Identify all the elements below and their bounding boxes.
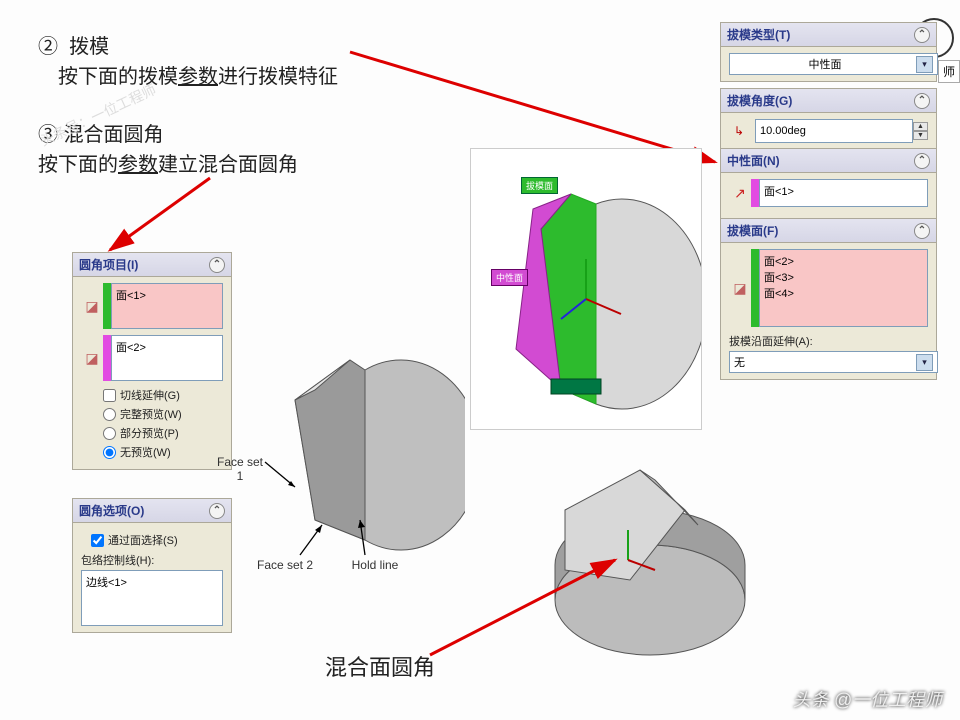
credit-text: 头条 @一位工程师 xyxy=(793,686,942,712)
collapse-icon[interactable]: ⌃ xyxy=(914,93,930,109)
fillet-annotation: 混合面圆角 xyxy=(325,650,435,682)
draft-type-panel: 拔模类型(T) ⌃ 中性面 ▾ xyxy=(720,22,937,82)
draft-faces-panel: 拔模面(F) ⌃ ◪ 面<2> 面<3> 面<4> 拔模沿面延伸(A): 无 ▾ xyxy=(720,218,937,380)
arrow-to-left-panel xyxy=(100,178,230,268)
collapse-icon[interactable]: ⌃ xyxy=(209,503,225,519)
color-swatch-green xyxy=(103,283,111,329)
fillet-options-header[interactable]: 圆角选项(O) ⌃ xyxy=(73,499,231,523)
collapse-icon[interactable]: ⌃ xyxy=(914,27,930,43)
draft-faces-selection[interactable]: 面<2> 面<3> 面<4> xyxy=(759,249,928,327)
faceset-icon: ◪ xyxy=(81,283,103,329)
draft-angle-panel: 拔模角度(G) ⌃ ↳ 10.00deg ▲▼ xyxy=(720,88,937,150)
draft-type-header[interactable]: 拔模类型(T) ⌃ xyxy=(721,23,936,47)
fillet-items-panel: 圆角项目(I) ⌃ ◪ 面<1> ◪ 面<2> 切线延伸(G) 完整预览(W) … xyxy=(72,252,232,470)
color-swatch-magenta xyxy=(751,179,759,207)
faceset1-label: Face set 1 xyxy=(215,455,265,483)
corner-badge: 师 xyxy=(938,60,960,83)
no-preview-radio[interactable]: 无预览(W) xyxy=(103,444,223,460)
faceset-icon: ◪ xyxy=(729,249,751,327)
draft-faces-header[interactable]: 拔模面(F) ⌃ xyxy=(721,219,936,243)
color-swatch-magenta xyxy=(103,335,111,381)
chevron-down-icon: ▾ xyxy=(916,56,933,73)
annotation-arrow xyxy=(430,555,630,665)
holdline-label: 包络控制线(H): xyxy=(81,552,223,568)
angle-spinner[interactable]: ▲▼ xyxy=(913,122,928,140)
chevron-down-icon: ▾ xyxy=(916,354,933,371)
face2-selection[interactable]: 面<2> xyxy=(111,335,223,381)
direction-icon[interactable]: ↗ xyxy=(729,179,751,207)
extend-dropdown[interactable]: 无 ▾ xyxy=(729,351,938,373)
callout-arrow xyxy=(350,520,380,560)
collapse-icon[interactable]: ⌃ xyxy=(914,223,930,239)
face-selection-checkbox[interactable]: 通过面选择(S) xyxy=(91,532,223,548)
step2-number: ② xyxy=(38,36,58,58)
holdline-selection[interactable]: 边线<1> xyxy=(81,570,223,626)
fillet-options-panel: 圆角选项(O) ⌃ 通过面选择(S) 包络控制线(H): 边线<1> xyxy=(72,498,232,633)
draft-face-tag: 拔模面 xyxy=(521,177,558,194)
partial-preview-radio[interactable]: 部分预览(P) xyxy=(103,425,223,441)
callout-arrow xyxy=(300,525,330,560)
collapse-icon[interactable]: ⌃ xyxy=(914,153,930,169)
neutral-face-selection[interactable]: 面<1> xyxy=(759,179,928,207)
draft-type-dropdown[interactable]: 中性面 ▾ xyxy=(729,53,938,75)
tangent-extend-checkbox[interactable]: 切线延伸(G) xyxy=(103,387,223,403)
extend-label: 拔模沿面延伸(A): xyxy=(729,333,928,349)
faceset2-label: Face set 2 xyxy=(250,558,320,572)
angle-icon: ↳ xyxy=(729,121,749,141)
step2-title: 拨模 xyxy=(69,36,109,58)
face1-selection[interactable]: 面<1> xyxy=(111,283,223,329)
holdline-label: Hold line xyxy=(340,558,410,572)
color-swatch-green xyxy=(751,249,759,327)
draft-3d-illustration: 拔模面 中性面 xyxy=(470,148,702,430)
neutral-face-header[interactable]: 中性面(N) ⌃ xyxy=(721,149,936,173)
full-preview-radio[interactable]: 完整预览(W) xyxy=(103,406,223,422)
neutral-face-tag: 中性面 xyxy=(491,269,528,286)
neutral-face-panel: 中性面(N) ⌃ ↗ 面<1> xyxy=(720,148,937,220)
faceset-icon: ◪ xyxy=(81,335,103,381)
draft-angle-header[interactable]: 拔模角度(G) ⌃ xyxy=(721,89,936,113)
angle-input[interactable]: 10.00deg xyxy=(755,119,913,143)
callout-arrow xyxy=(265,462,305,502)
